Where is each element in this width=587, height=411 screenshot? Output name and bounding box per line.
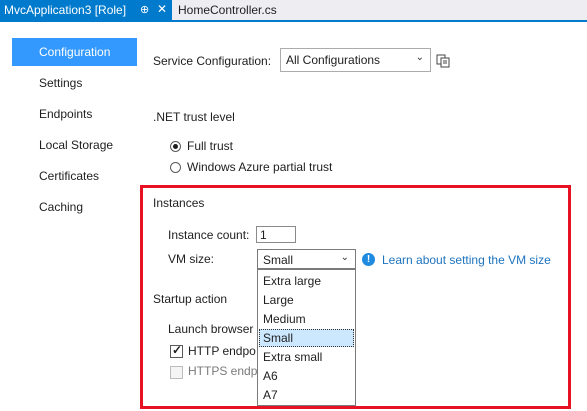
service-configuration-value: All Configurations (286, 53, 381, 67)
vm-option-extra-large[interactable]: Extra large (259, 272, 354, 290)
vm-option-extra-small[interactable]: Extra small (259, 348, 354, 366)
vm-size-value: Small (263, 253, 294, 267)
nav-item-settings[interactable]: Settings (12, 69, 137, 97)
vm-size-dropdown-list: Extra large Large Medium Small Extra sma… (257, 269, 356, 406)
http-endpoint-label: HTTP endpo (188, 344, 256, 358)
chevron-down-icon: ⌄ (340, 252, 349, 263)
launch-browser-label: Launch browser (168, 322, 254, 336)
info-icon: ! (362, 253, 375, 266)
http-endpoint-checkbox[interactable] (170, 343, 183, 358)
nav-item-local-storage[interactable]: Local Storage (12, 131, 137, 159)
pin-icon[interactable]: ⊕ (140, 3, 149, 16)
partial-trust-radio[interactable] (170, 162, 181, 173)
chevron-down-icon: ⌄ (415, 52, 424, 63)
partial-trust-label: Windows Azure partial trust (187, 160, 333, 174)
https-endpoint-label: HTTPS endp (188, 364, 258, 378)
tab-role-designer-title: MvcApplication3 [Role] (4, 3, 127, 17)
vm-option-small[interactable]: Small (259, 329, 354, 347)
document-tab-strip: MvcApplication3 [Role] ⊕ ✕ HomeControlle… (0, 0, 587, 22)
service-configuration-select[interactable]: All Configurations ⌄ (280, 48, 431, 72)
startup-action-heading: Startup action (153, 292, 228, 306)
full-trust-label: Full trust (187, 139, 234, 153)
nav-item-certificates[interactable]: Certificates (12, 162, 137, 190)
learn-vm-size-link[interactable]: Learn about setting the VM size (382, 253, 551, 267)
instances-heading: Instances (153, 196, 205, 210)
service-configuration-label: Service Configuration: (153, 54, 272, 68)
full-trust-radio[interactable] (170, 141, 181, 152)
vm-size-label: VM size: (168, 252, 215, 266)
tab-role-designer[interactable]: MvcApplication3 [Role] ⊕ ✕ (0, 0, 172, 20)
instance-count-input[interactable]: 1 (256, 226, 296, 243)
manage-configurations-icon[interactable] (436, 54, 450, 68)
vm-option-a7[interactable]: A7 (259, 386, 354, 404)
vm-option-large[interactable]: Large (259, 291, 354, 309)
role-settings-nav: Configuration Settings Endpoints Local S… (0, 22, 140, 411)
vm-option-a6[interactable]: A6 (259, 367, 354, 385)
vm-size-select[interactable]: Small ⌄ (257, 249, 356, 269)
nav-item-endpoints[interactable]: Endpoints (12, 100, 137, 128)
instance-count-value: 1 (260, 228, 267, 242)
https-endpoint-checkbox (170, 366, 183, 379)
tab-home-controller-title: HomeController.cs (178, 3, 277, 17)
instance-count-label: Instance count: (168, 228, 250, 242)
nav-item-caching[interactable]: Caching (12, 193, 137, 221)
nav-item-configuration[interactable]: Configuration (12, 38, 137, 66)
vm-option-medium[interactable]: Medium (259, 310, 354, 328)
close-icon[interactable]: ✕ (157, 2, 167, 16)
tab-home-controller[interactable]: HomeController.cs (174, 0, 277, 20)
trust-level-heading: .NET trust level (153, 110, 235, 124)
